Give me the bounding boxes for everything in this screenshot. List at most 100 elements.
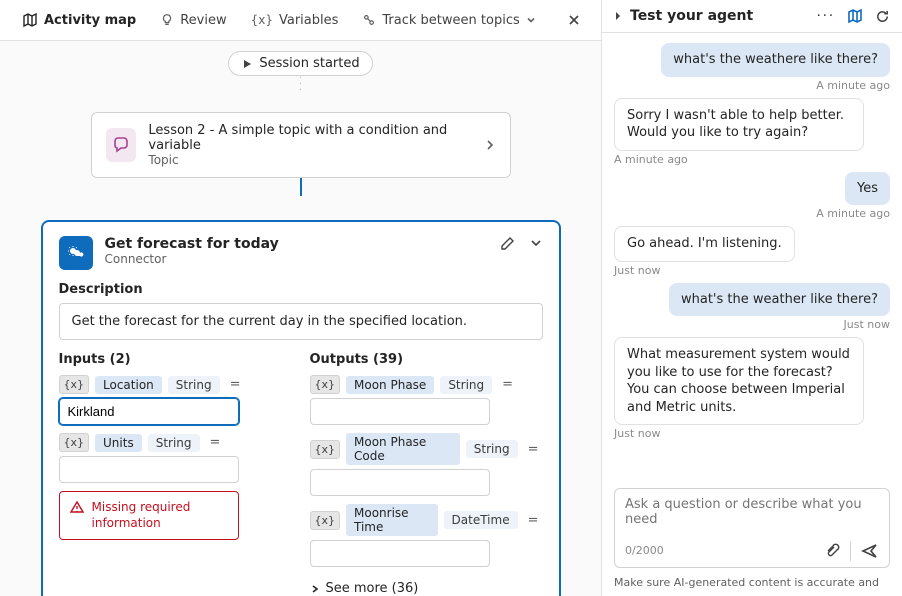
chevron-right-icon <box>310 584 320 594</box>
output-field[interactable] <box>310 398 490 425</box>
activity-canvas[interactable]: Session started ··· Lesson 2 - A simple … <box>0 41 601 596</box>
more-button[interactable]: ··· <box>817 9 835 24</box>
output-moon-phase-code: {x} Moon Phase Code String = <box>310 433 543 496</box>
agent-message: Go ahead. I'm listening.Just now <box>614 226 890 277</box>
message-timestamp: A minute ago <box>816 207 890 220</box>
agent-message: Sorry I wasn't able to help better. Woul… <box>614 98 890 166</box>
refresh-icon <box>875 9 890 24</box>
output-name: Moonrise Time <box>346 504 438 536</box>
char-counter: 0/2000 <box>625 544 664 557</box>
chevron-down-icon <box>526 15 536 25</box>
toolbar: Activity map Review {x} Variables Track … <box>0 0 601 41</box>
message-bubble[interactable]: Go ahead. I'm listening. <box>614 226 795 262</box>
output-field[interactable] <box>310 540 490 567</box>
variable-icon: {x} <box>310 511 341 530</box>
tab-variables[interactable]: {x} Variables <box>241 9 349 32</box>
output-type: String <box>466 440 518 458</box>
collapse-button[interactable] <box>529 236 543 252</box>
variable-icon: {x} <box>251 13 273 27</box>
pencil-icon <box>499 236 515 252</box>
connector-subtitle: Connector <box>105 252 279 266</box>
session-started-label: Session started <box>259 56 359 71</box>
close-icon <box>567 13 581 27</box>
message-timestamp: A minute ago <box>816 79 890 92</box>
message-bubble[interactable]: Yes <box>845 172 890 206</box>
tab-review[interactable]: Review <box>150 9 236 32</box>
message-timestamp: Just now <box>844 318 890 331</box>
edit-button[interactable] <box>499 236 515 252</box>
connector-line: ··· <box>28 76 573 94</box>
tab-activity-map-label: Activity map <box>44 13 136 28</box>
inputs-heading: Inputs (2) <box>59 352 292 367</box>
description-text: Get the forecast for the current day in … <box>59 303 543 340</box>
separator <box>850 541 851 561</box>
variable-icon: {x} <box>310 375 341 394</box>
see-more-label: See more (36) <box>326 581 419 596</box>
variable-icon: {x} <box>59 433 90 452</box>
composer-input[interactable] <box>625 497 879 533</box>
ai-disclaimer: Make sure AI-generated content is accura… <box>602 576 902 596</box>
main-pane: Activity map Review {x} Variables Track … <box>0 0 602 596</box>
input-name: Units <box>95 434 142 452</box>
user-message: what's the weathere like there? A minute … <box>614 43 890 92</box>
test-header: Test your agent ··· <box>602 0 902 33</box>
input-type: String <box>148 434 200 452</box>
validation-error: Missing required information <box>59 491 239 540</box>
outputs-heading: Outputs (39) <box>310 352 543 367</box>
map-icon <box>22 12 38 28</box>
message-bubble[interactable]: what's the weather like there? <box>669 283 890 317</box>
weather-icon <box>59 236 93 270</box>
input-location: {x} Location String = <box>59 375 292 425</box>
equals-label: = <box>524 442 543 457</box>
variable-icon: {x} <box>59 375 90 394</box>
user-message: YesA minute ago <box>614 172 890 221</box>
attach-button[interactable] <box>824 543 840 559</box>
validation-error-text: Missing required information <box>92 500 228 531</box>
message-bubble[interactable]: What measurement system would you like t… <box>614 337 864 425</box>
agent-message: What measurement system would you like t… <box>614 337 890 440</box>
tab-activity-map[interactable]: Activity map <box>12 8 146 32</box>
message-bubble[interactable]: Sorry I wasn't able to help better. Woul… <box>614 98 864 151</box>
test-pane: Test your agent ··· what's the weathere … <box>602 0 902 596</box>
equals-label: = <box>524 513 543 528</box>
output-name: Moon Phase Code <box>346 433 460 465</box>
description-label: Description <box>59 282 543 297</box>
equals-label: = <box>498 377 517 392</box>
track-icon <box>362 13 376 27</box>
input-units-field[interactable] <box>59 456 239 483</box>
test-title: Test your agent <box>630 8 753 24</box>
refresh-button[interactable] <box>875 9 890 24</box>
tab-review-label: Review <box>180 13 226 28</box>
chevron-right-icon <box>484 139 496 151</box>
connector-card: Get forecast for today Connector Descrip… <box>41 220 561 596</box>
paperclip-icon <box>824 543 840 559</box>
tab-track-between-topics[interactable]: Track between topics <box>352 9 545 32</box>
flow-line <box>300 178 302 196</box>
input-type: String <box>168 376 220 394</box>
connector-title: Get forecast for today <box>105 236 279 252</box>
outputs-column: Outputs (39) {x} Moon Phase String = {x} <box>310 352 543 596</box>
tab-track-label: Track between topics <box>382 13 519 28</box>
output-field[interactable] <box>310 469 490 496</box>
activity-map-toggle[interactable] <box>847 8 863 24</box>
inputs-column: Inputs (2) {x} Location String = {x} <box>59 352 292 596</box>
input-location-field[interactable] <box>59 398 239 425</box>
send-button[interactable] <box>861 542 879 560</box>
message-timestamp: A minute ago <box>614 153 688 166</box>
variable-icon: {x} <box>310 440 341 459</box>
chat-transcript[interactable]: what's the weathere like there? A minute … <box>602 33 902 484</box>
equals-label: = <box>226 377 245 392</box>
collapse-test-button[interactable] <box>614 11 622 21</box>
lightbulb-icon <box>160 13 174 27</box>
message-bubble[interactable]: what's the weathere like there? <box>661 43 890 77</box>
equals-label: = <box>206 435 225 450</box>
tab-variables-label: Variables <box>279 13 338 28</box>
warning-icon <box>70 500 84 514</box>
input-units: {x} Units String = <box>59 433 292 483</box>
input-name: Location <box>95 376 162 394</box>
close-button[interactable] <box>559 9 589 31</box>
more-icon: ··· <box>817 9 835 24</box>
output-moon-phase: {x} Moon Phase String = <box>310 375 543 425</box>
see-more-button[interactable]: See more (36) <box>310 581 419 596</box>
topic-card[interactable]: Lesson 2 - A simple topic with a conditi… <box>91 112 511 178</box>
